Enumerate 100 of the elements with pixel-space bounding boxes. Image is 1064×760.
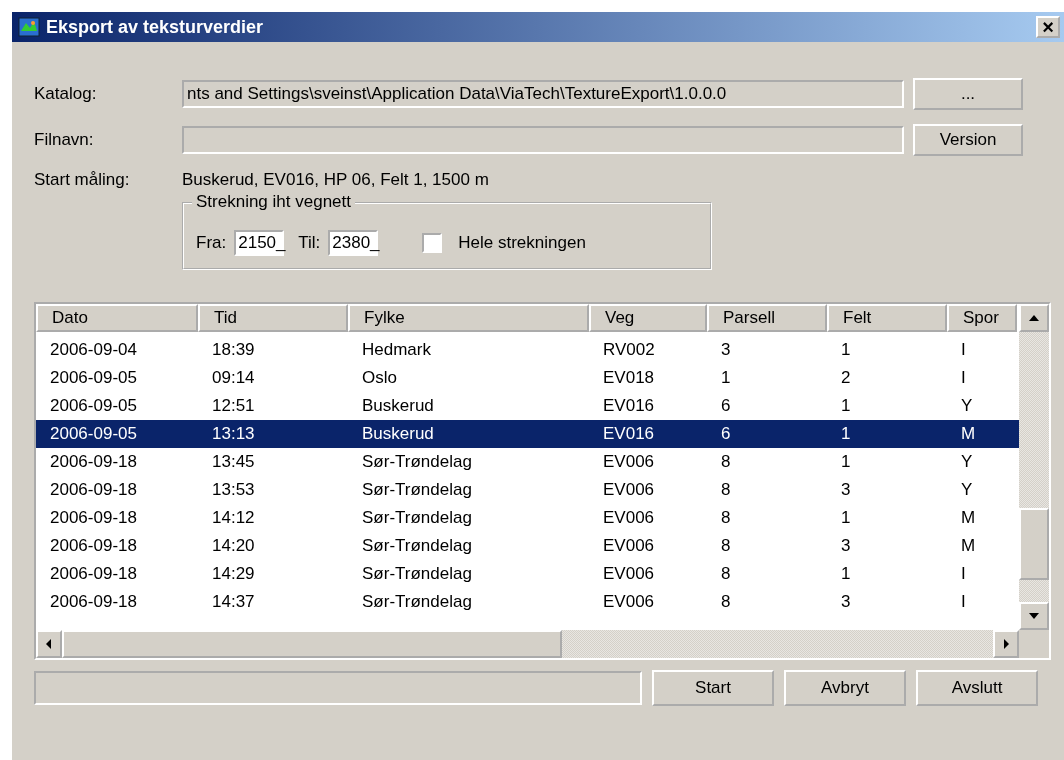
from-field[interactable]: 2150_ bbox=[234, 230, 285, 256]
dialog-button[interactable]: Start bbox=[652, 670, 774, 706]
column-header[interactable]: Dato bbox=[36, 304, 198, 332]
table-cell-text: Sør-Trøndelag bbox=[361, 535, 473, 557]
table-cell-text: Oslo bbox=[361, 367, 398, 389]
side-button[interactable]: Version bbox=[913, 124, 1023, 156]
to-field[interactable]: 2380_ bbox=[328, 230, 379, 256]
table-cell-text: 2006-09-05 bbox=[49, 367, 138, 389]
right-arrow-icon bbox=[1002, 638, 1010, 650]
side-button[interactable]: ... bbox=[913, 78, 1023, 110]
close-button[interactable]: × bbox=[1036, 16, 1060, 38]
table-cell-text: 1 bbox=[840, 451, 852, 473]
table-cell-text: 8 bbox=[720, 591, 732, 613]
table-cell-text: Buskerud bbox=[361, 395, 435, 417]
table-cell-text: 8 bbox=[720, 563, 732, 585]
table-cell-text: Sør-Trøndelag bbox=[361, 563, 473, 585]
table-cell-text: Sør-Trøndelag bbox=[361, 507, 473, 529]
table-cell-text: RV002 bbox=[602, 339, 656, 361]
start-label: Start måling: bbox=[34, 170, 131, 191]
text-field[interactable]: nts and Settings\sveinst\Application Data\ViaTech\TextureExport\1.0.0.0 bbox=[182, 80, 904, 108]
scroll-thumb[interactable] bbox=[62, 630, 562, 658]
table-cell-text: Sør-Trøndelag bbox=[361, 479, 473, 501]
table-cell-text: 8 bbox=[720, 479, 732, 501]
table-cell-text: I bbox=[960, 339, 967, 361]
left-arrow-icon bbox=[45, 638, 53, 650]
table-cell-text: 3 bbox=[840, 479, 852, 501]
table-cell-text: Sør-Trøndelag bbox=[361, 591, 473, 613]
table-cell-text: 2 bbox=[840, 367, 852, 389]
checkbox-label: Hele strekningen bbox=[458, 233, 586, 253]
from-label: Fra: bbox=[196, 233, 227, 253]
table-row[interactable]: 2006-09-05 13:13 Buskerud EV016 6 1 M bbox=[36, 420, 1019, 448]
table-cell-text: 2006-09-05 bbox=[49, 423, 138, 445]
table-cell-text: 1 bbox=[840, 507, 852, 529]
table-cell-text: 2006-09-05 bbox=[49, 395, 138, 417]
table-row[interactable]: 2006-09-18 13:53 Sør-Trøndelag EV006 8 3 Y bbox=[36, 476, 1019, 504]
column-header[interactable]: Felt bbox=[827, 304, 947, 332]
table-cell-text: 1 bbox=[840, 339, 852, 361]
column-header[interactable]: Fylke bbox=[348, 304, 589, 332]
table-cell-text: 14:20 bbox=[211, 535, 256, 557]
text-field[interactable] bbox=[182, 126, 904, 154]
table-cell-text: Hedmark bbox=[361, 339, 432, 361]
app-icon bbox=[18, 17, 40, 37]
table-cell-text: 6 bbox=[720, 423, 732, 445]
table-cell-text: 2006-09-18 bbox=[49, 563, 138, 585]
table-cell-text: EV006 bbox=[602, 563, 656, 585]
table-row[interactable]: 2006-09-18 14:20 Sør-Trøndelag EV006 8 3 M bbox=[36, 532, 1019, 560]
dialog-button[interactable]: Avslutt bbox=[916, 670, 1038, 706]
column-header[interactable]: Veg bbox=[589, 304, 707, 332]
table-cell-text: 14:12 bbox=[211, 507, 256, 529]
checkbox[interactable] bbox=[422, 233, 443, 253]
table-cell-text: 3 bbox=[840, 591, 852, 613]
table-cell-text: 1 bbox=[840, 563, 852, 585]
column-header[interactable]: Spor bbox=[947, 304, 1017, 332]
table-row[interactable]: 2006-09-05 09:14 Oslo EV018 1 2 I bbox=[36, 364, 1019, 392]
column-header[interactable]: Parsell bbox=[707, 304, 827, 332]
scroll-left-button[interactable] bbox=[36, 630, 62, 658]
table-cell-text: EV006 bbox=[602, 479, 656, 501]
table-cell-text: Sør-Trøndelag bbox=[361, 451, 473, 473]
down-arrow-icon bbox=[1028, 612, 1040, 620]
group-legend: Strekning iht vegnett bbox=[192, 192, 355, 212]
table-row[interactable]: 2006-09-05 12:51 Buskerud EV016 6 1 Y bbox=[36, 392, 1019, 420]
table-cell-text: EV006 bbox=[602, 591, 656, 613]
table-cell-text: 2006-09-18 bbox=[49, 451, 138, 473]
scroll-track[interactable] bbox=[1019, 580, 1049, 602]
scroll-up-button[interactable] bbox=[1019, 304, 1049, 332]
table-row[interactable]: 2006-09-04 18:39 Hedmark RV002 3 1 I bbox=[36, 336, 1019, 364]
to-label: Til: bbox=[298, 233, 321, 253]
table-cell-text: 3 bbox=[840, 535, 852, 557]
table-cell-text: 2006-09-18 bbox=[49, 507, 138, 529]
table-cell-text: 1 bbox=[840, 395, 852, 417]
table-row[interactable]: 2006-09-18 14:37 Sør-Trøndelag EV006 8 3 I bbox=[36, 588, 1019, 616]
dialog-button[interactable]: Avbryt bbox=[784, 670, 906, 706]
table-cell-text: EV006 bbox=[602, 535, 656, 557]
table-cell-text: 2006-09-18 bbox=[49, 591, 138, 613]
table-cell-text: M bbox=[960, 535, 977, 557]
table-cell-text: 8 bbox=[720, 535, 732, 557]
up-arrow-icon bbox=[1028, 314, 1040, 322]
table-row[interactable]: 2006-09-18 14:12 Sør-Trøndelag EV006 8 1 M bbox=[36, 504, 1019, 532]
table-cell-text: M bbox=[960, 507, 977, 529]
table-cell-text: 13:53 bbox=[211, 479, 256, 501]
table-cell-text: 6 bbox=[720, 395, 732, 417]
table-cell-text: 14:37 bbox=[211, 591, 256, 613]
column-header[interactable]: Tid bbox=[198, 304, 348, 332]
scroll-right-button[interactable] bbox=[993, 630, 1019, 658]
table-cell-text: 8 bbox=[720, 507, 732, 529]
table-cell-text: 18:39 bbox=[211, 339, 256, 361]
table-cell-text: EV016 bbox=[602, 395, 656, 417]
table-cell-text: Y bbox=[960, 479, 974, 501]
table-cell-text: I bbox=[960, 563, 967, 585]
scroll-down-button[interactable] bbox=[1019, 602, 1049, 630]
table-cell-text: Buskerud bbox=[361, 423, 435, 445]
scroll-thumb[interactable] bbox=[1019, 508, 1049, 580]
table-row[interactable]: 2006-09-18 14:29 Sør-Trøndelag EV006 8 1 I bbox=[36, 560, 1019, 588]
table-row[interactable]: 2006-09-18 13:45 Sør-Trøndelag EV006 8 1 Y bbox=[36, 448, 1019, 476]
field-label: Katalog: bbox=[34, 84, 98, 104]
table-cell-text: 1 bbox=[720, 367, 732, 389]
vertical-scrollbar[interactable] bbox=[1019, 304, 1049, 658]
table-cell-text: Y bbox=[960, 451, 974, 473]
table-cell-text: I bbox=[960, 591, 967, 613]
horizontal-scrollbar[interactable] bbox=[36, 630, 1019, 658]
